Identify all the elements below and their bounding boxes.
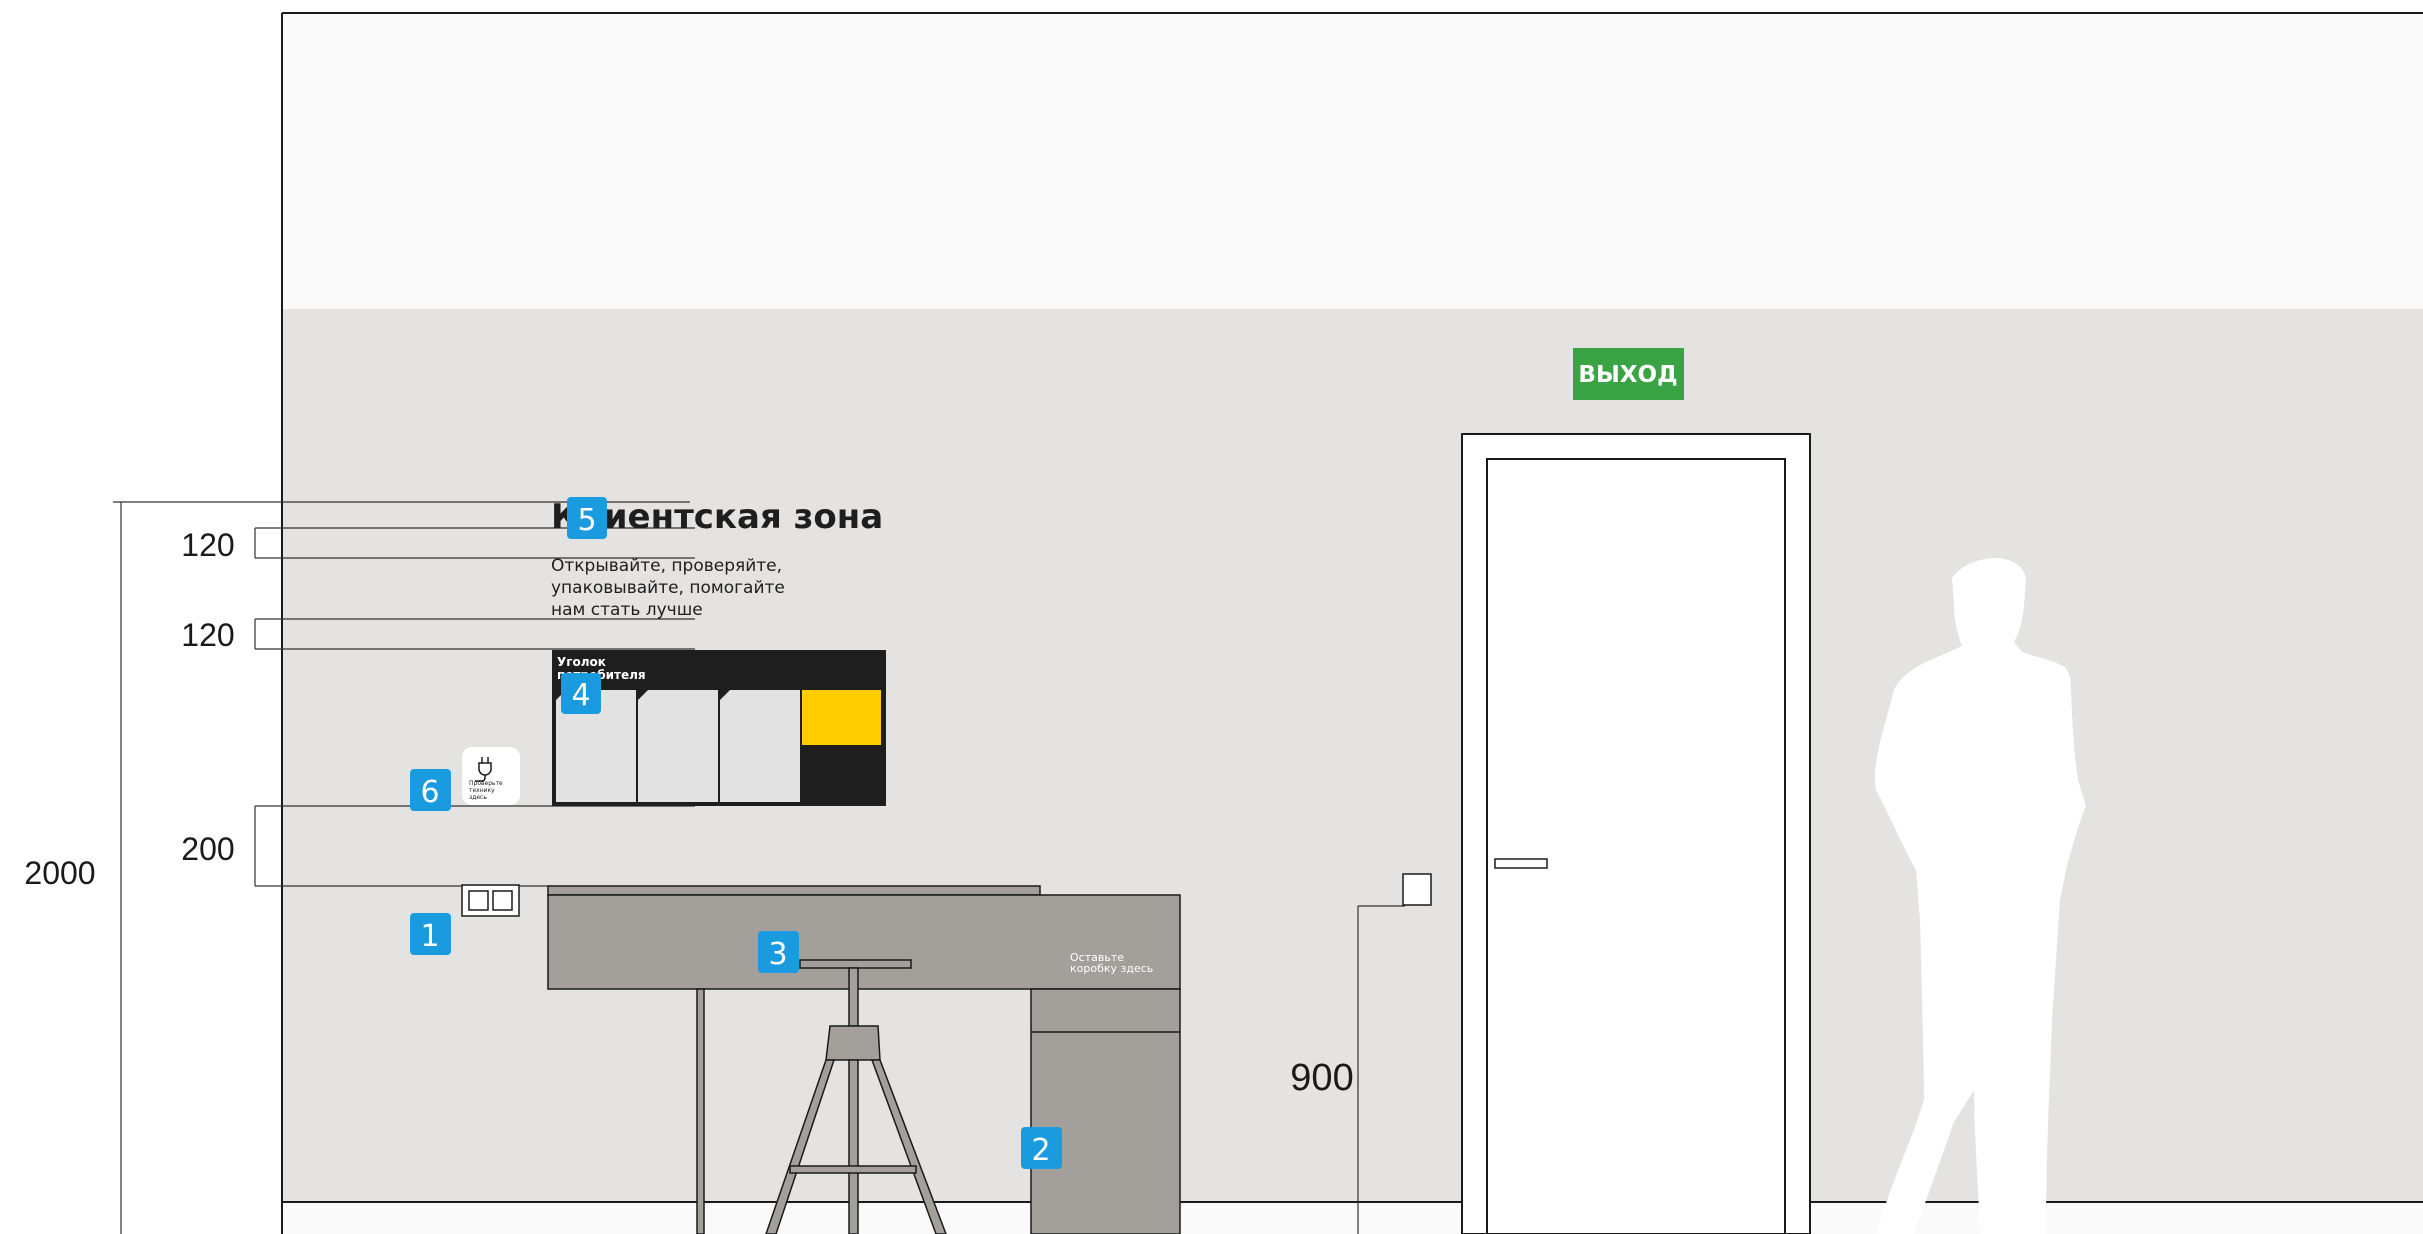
wall-elevation-drawing: 2000 120 120 200 900 Клиентская зона Отк… — [24, 12, 2423, 1234]
floor-strip — [282, 1202, 2423, 1234]
door — [1461, 433, 1811, 1234]
board-pocket-3 — [720, 690, 800, 802]
door-leaf — [1486, 458, 1786, 1234]
dim-switch-height: 900 — [1290, 1057, 1353, 1099]
plug-sign-line-3: здесь — [469, 794, 487, 801]
counter-backsplash — [547, 885, 1041, 896]
plug-sign-line-2: технику — [469, 787, 495, 794]
svg-text:2: 2 — [1031, 1133, 1050, 1168]
marker-3: 3 — [758, 931, 799, 973]
client-zone-line-2: упаковывайте, помогайте — [551, 578, 785, 598]
exit-sign-text: ВЫХОД — [1578, 362, 1677, 388]
dim-gap-2: 120 — [181, 617, 234, 653]
marker-6: 6 — [410, 769, 451, 811]
dim-gap-1: 120 — [181, 527, 234, 563]
marker-4: 4 — [561, 673, 601, 714]
board-label-line-1: Уголок — [557, 655, 606, 669]
dim-gap-3: 200 — [181, 831, 234, 867]
marker-2: 2 — [1021, 1127, 1062, 1169]
plug-sign-line-1: Проверьте — [469, 780, 503, 787]
marker-5: 5 — [567, 497, 607, 539]
client-zone-line-3: нам стать лучше — [551, 600, 703, 620]
svg-text:5: 5 — [577, 503, 596, 538]
client-zone-line-1: Открывайте, проверяйте, — [551, 556, 782, 576]
svg-text:4: 4 — [571, 678, 590, 713]
svg-text:1: 1 — [420, 919, 439, 954]
dim-total-height: 2000 — [24, 855, 95, 891]
board-pocket-2 — [638, 690, 718, 802]
upper-wall — [282, 13, 2423, 309]
svg-text:6: 6 — [420, 775, 439, 810]
light-switch — [1402, 873, 1432, 906]
marker-1: 1 — [410, 913, 451, 955]
counter-label-line-2: коробку здесь — [1070, 962, 1153, 975]
svg-text:3: 3 — [768, 937, 787, 972]
counter-leg — [696, 988, 705, 1234]
double-socket — [461, 884, 520, 917]
board-yellow-panel — [802, 690, 881, 745]
counter-cabinet — [1030, 988, 1181, 1234]
door-handle — [1494, 858, 1548, 869]
